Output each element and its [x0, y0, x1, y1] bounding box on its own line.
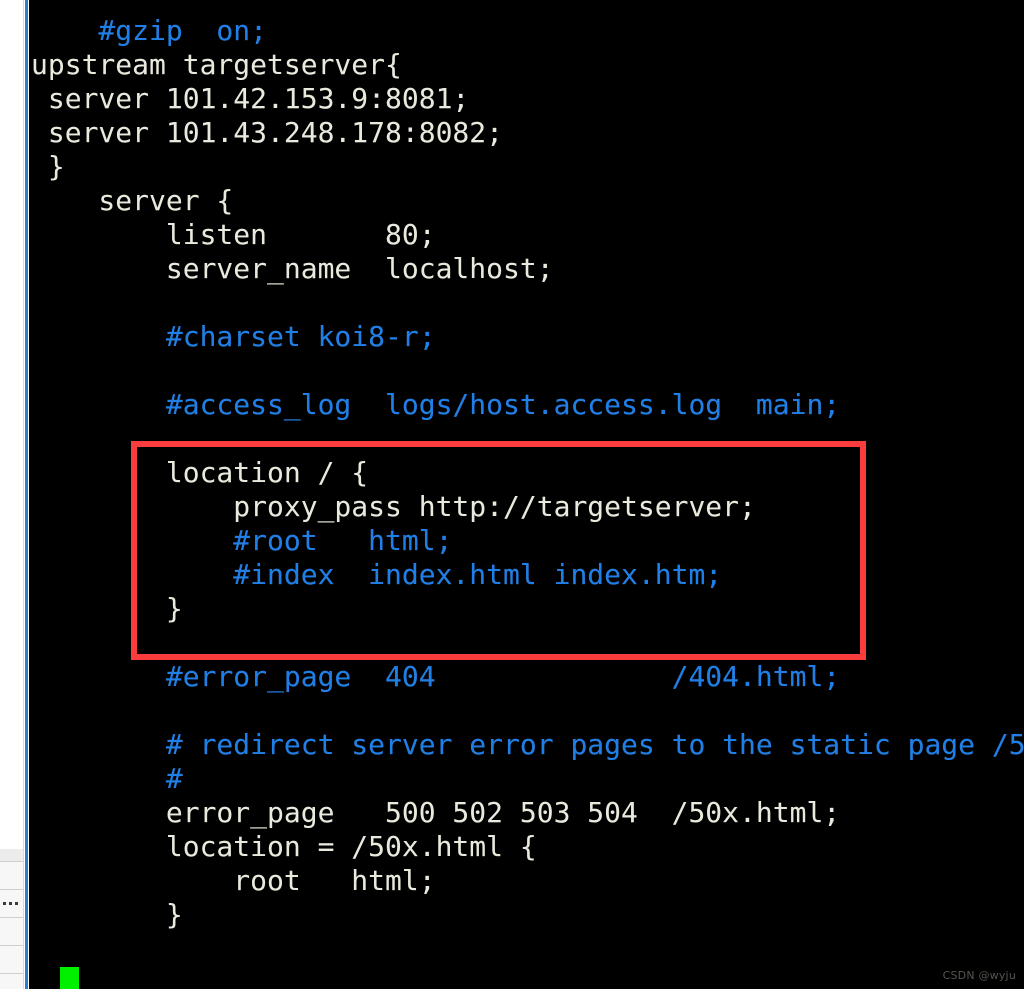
code-line: listen 80;: [31, 218, 436, 251]
code-line: #root html;: [31, 524, 453, 557]
code-line: #charset koi8-r;: [31, 320, 436, 353]
screenshot-root: #gzip on; upstream targetserver{ server …: [0, 0, 1024, 989]
code-line: server {: [31, 184, 234, 217]
side-panel-row-4[interactable]: [0, 974, 23, 989]
editor-side-strip: [0, 0, 24, 989]
code-line: }: [31, 150, 65, 183]
side-panel-overflow-row[interactable]: [0, 890, 23, 918]
code-line: server 101.43.248.178:8082;: [31, 116, 504, 149]
csdn-watermark: CSDN @wyju: [942, 969, 1016, 982]
terminal-cursor: [60, 967, 79, 989]
code-line: server 101.42.153.9:8081;: [31, 82, 470, 115]
code-line: root html;: [31, 864, 436, 897]
nginx-config-code: #gzip on; upstream targetserver{ server …: [31, 14, 1024, 932]
code-line: #access_log logs/host.access.log main;: [31, 388, 841, 421]
code-line: error_page 500 502 503 504 /50x.html;: [31, 796, 841, 829]
terminal-pane[interactable]: #gzip on; upstream targetserver{ server …: [29, 0, 1024, 989]
code-line: location = /50x.html {: [31, 830, 537, 863]
code-line: #index index.html index.htm;: [31, 558, 723, 591]
side-panel-row-1[interactable]: [0, 862, 23, 890]
code-line: #gzip on;: [31, 14, 268, 47]
code-line: # redirect server error pages to the sta…: [165, 728, 1024, 761]
side-panel-row-2[interactable]: [0, 918, 23, 946]
overflow-dot-icon: [9, 902, 12, 905]
code-line: proxy_pass http://targetserver;: [31, 490, 756, 523]
overflow-dot-icon: [15, 902, 18, 905]
side-panel-row-list: [0, 849, 23, 989]
code-line: }: [31, 898, 183, 931]
editor-accent-bar: [25, 0, 28, 989]
code-line: server_name localhost;: [31, 252, 554, 285]
side-panel-row-spacer: [0, 849, 23, 862]
code-line: #error_page 404 /404.html;: [31, 660, 841, 693]
overflow-dot-icon: [3, 902, 6, 905]
code-line: }: [31, 592, 183, 625]
side-panel-row-3[interactable]: [0, 946, 23, 974]
code-line: upstream targetserver{: [31, 48, 402, 81]
code-line: #: [31, 762, 183, 795]
code-line: location / {: [31, 456, 369, 489]
